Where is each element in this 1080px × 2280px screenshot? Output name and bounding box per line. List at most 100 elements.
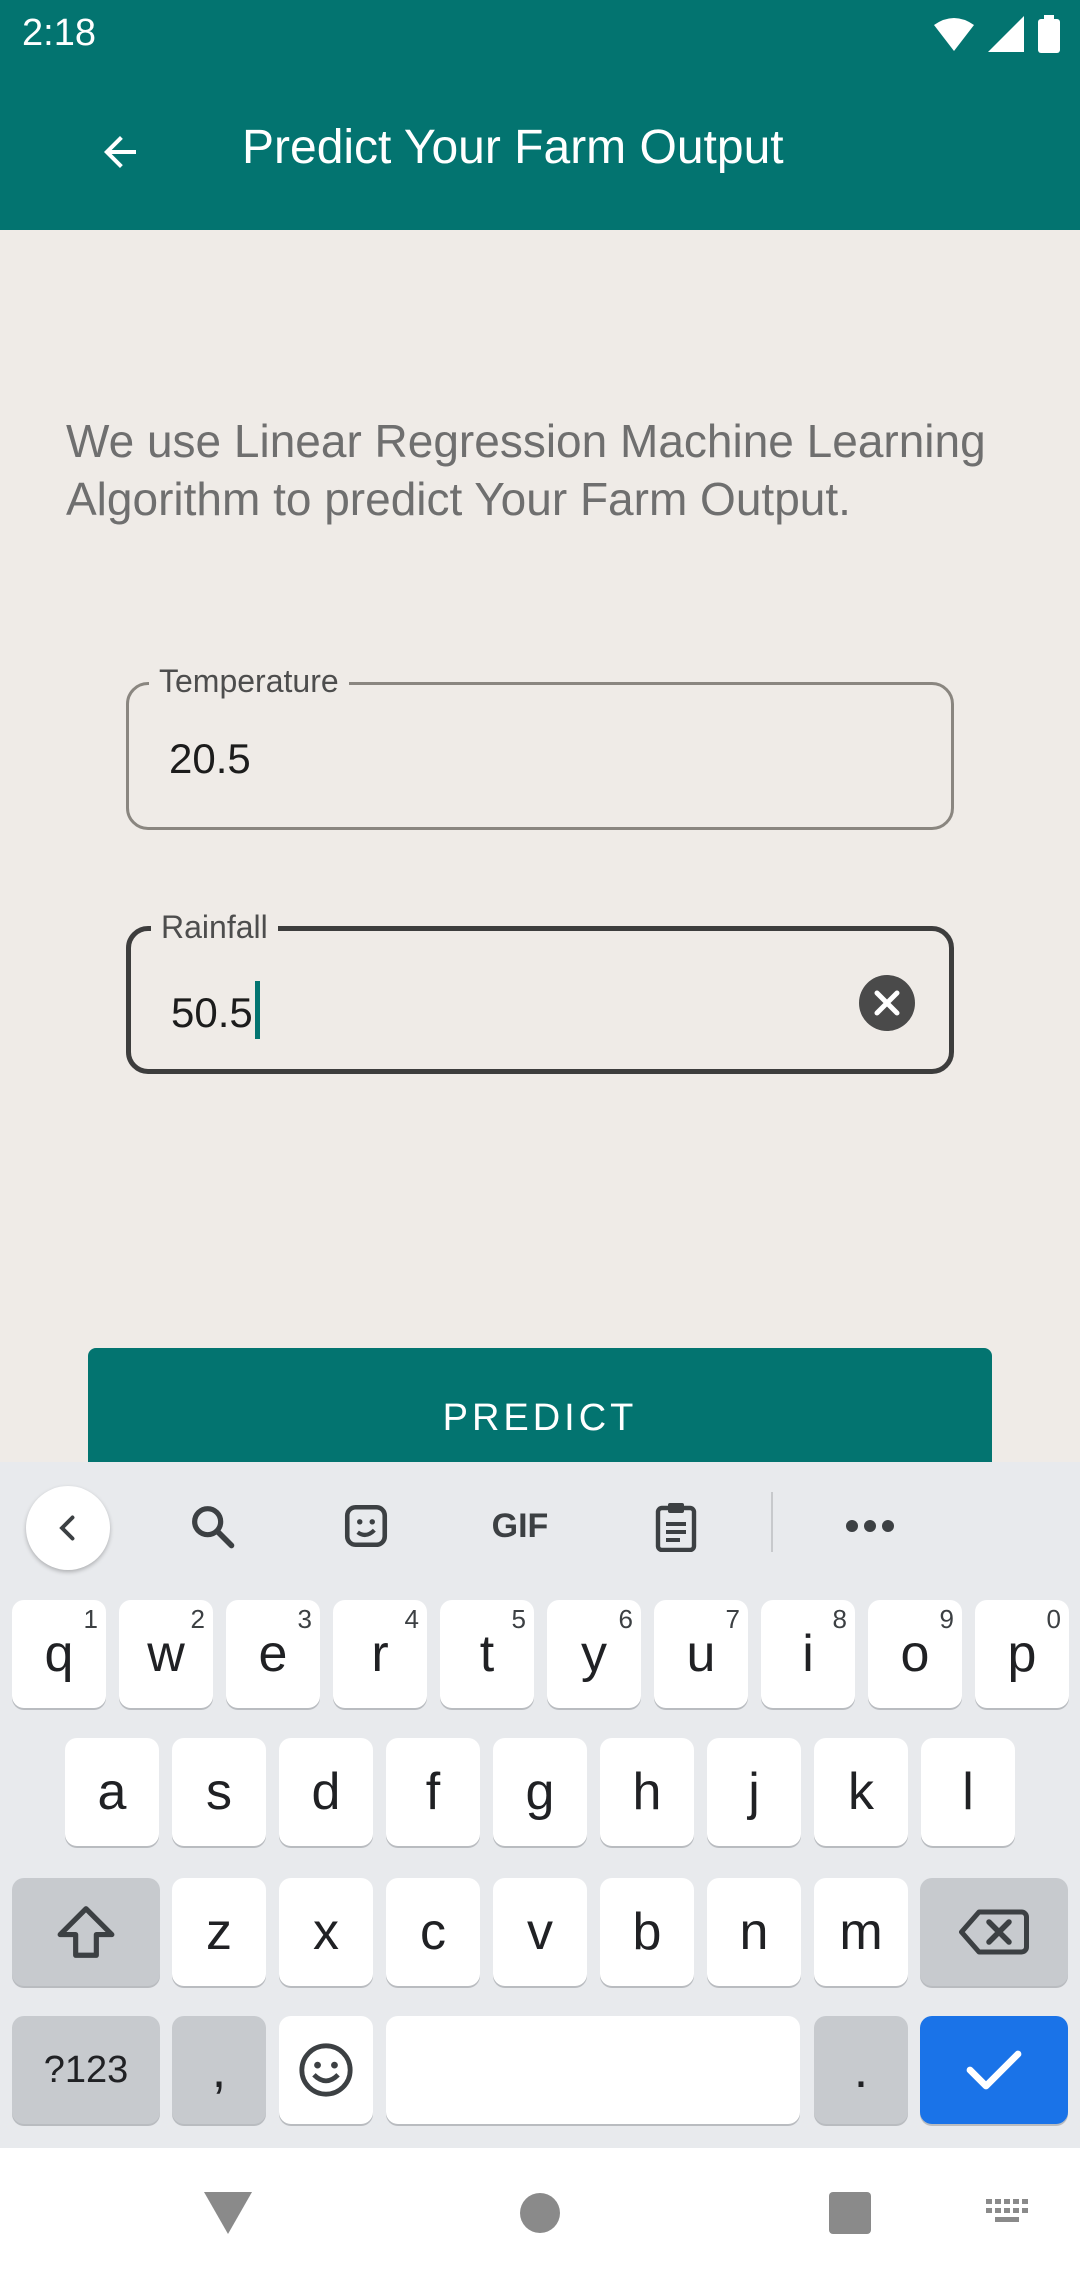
key-x[interactable]: x [279, 1878, 373, 1986]
key-f[interactable]: f [386, 1738, 480, 1846]
battery-icon [1038, 15, 1060, 53]
key-z[interactable]: z [172, 1878, 266, 1986]
key-d[interactable]: d [279, 1738, 373, 1846]
keyboard-search-button[interactable] [172, 1486, 252, 1566]
key-hint: 5 [511, 1604, 526, 1634]
key-v[interactable]: v [493, 1878, 587, 1986]
key-k[interactable]: k [814, 1738, 908, 1846]
rainfall-input[interactable]: 50.5 [171, 981, 260, 1039]
shift-icon [57, 1906, 115, 1958]
more-icon [846, 1520, 894, 1532]
key-q[interactable]: q1 [12, 1600, 106, 1708]
page-title: Predict Your Farm Output [242, 121, 784, 174]
key-hint: 7 [725, 1604, 740, 1634]
app-bar: Predict Your Farm Output [0, 70, 1080, 230]
wifi-icon [934, 18, 974, 51]
key-o[interactable]: o9 [868, 1600, 962, 1708]
key-g[interactable]: g [493, 1738, 587, 1846]
keyboard-collapse-button[interactable] [26, 1486, 110, 1570]
shift-key[interactable] [12, 1878, 160, 1986]
key-label: t [479, 1625, 495, 1683]
space-key[interactable] [386, 2016, 800, 2124]
status-icons [934, 14, 1060, 54]
rainfall-value: 50.5 [171, 989, 253, 1036]
key-label: q [44, 1625, 74, 1683]
key-u[interactable]: u7 [654, 1600, 748, 1708]
done-key[interactable] [920, 2016, 1068, 2124]
soft-keyboard: GIF q1 w2 e3 r4 t5 y6 u7 i8 o9 p0 a s d … [0, 1462, 1080, 2148]
keyboard-icon [986, 2199, 1028, 2222]
key-e[interactable]: e3 [226, 1600, 320, 1708]
check-icon [966, 2050, 1022, 2090]
sticker-icon [344, 1504, 388, 1548]
key-c[interactable]: c [386, 1878, 480, 1986]
backspace-key[interactable] [920, 1878, 1068, 1986]
status-time: 2:18 [22, 12, 96, 54]
key-label: p [1007, 1625, 1037, 1683]
keyboard-toolbar: GIF [0, 1462, 1080, 1580]
keyboard-gif-button[interactable]: GIF [478, 1486, 562, 1566]
rainfall-label: Rainfall [151, 909, 278, 946]
key-t[interactable]: t5 [440, 1600, 534, 1708]
key-label: i [802, 1625, 814, 1683]
nav-back-button[interactable] [188, 2178, 268, 2248]
comma-key[interactable]: , [172, 2016, 266, 2124]
clear-icon [859, 975, 915, 1031]
key-h[interactable]: h [600, 1738, 694, 1846]
key-j[interactable]: j [707, 1738, 801, 1846]
period-key[interactable]: . [814, 2016, 908, 2124]
description-text: We use Linear Regression Machine Learnin… [66, 415, 986, 525]
temperature-value: 20.5 [169, 735, 251, 782]
key-b[interactable]: b [600, 1878, 694, 1986]
emoji-key[interactable] [279, 2016, 373, 2124]
key-label: y [581, 1625, 607, 1683]
signal-icon [988, 16, 1024, 52]
key-label: e [258, 1625, 288, 1683]
key-n[interactable]: n [707, 1878, 801, 1986]
key-label: w [147, 1625, 185, 1683]
search-icon [192, 1506, 235, 1549]
key-i[interactable]: i8 [761, 1600, 855, 1708]
key-a[interactable]: a [65, 1738, 159, 1846]
circle-home-icon [520, 2193, 560, 2233]
key-hint: 8 [832, 1604, 847, 1634]
key-l[interactable]: l [921, 1738, 1015, 1846]
keyboard-more-button[interactable] [830, 1486, 910, 1566]
keyboard-sticker-button[interactable] [326, 1486, 406, 1566]
key-w[interactable]: w2 [119, 1600, 213, 1708]
keyboard-clipboard-button[interactable] [636, 1486, 716, 1566]
symbols-key[interactable]: ?123 [12, 2016, 160, 2124]
key-r[interactable]: r4 [333, 1600, 427, 1708]
clipboard-icon [655, 1503, 697, 1552]
status-bar: 2:18 [0, 0, 1080, 70]
key-p[interactable]: p0 [975, 1600, 1069, 1708]
temperature-field[interactable]: Temperature 20.5 [126, 663, 954, 830]
chevron-left-icon [59, 1515, 75, 1541]
nav-keyboard-switch-button[interactable] [968, 2178, 1048, 2248]
backspace-icon [959, 1909, 1029, 1955]
rainfall-field[interactable]: Rainfall 50.5 [126, 909, 954, 1074]
toolbar-divider [771, 1492, 773, 1552]
key-label: u [686, 1625, 716, 1683]
emoji-icon [299, 2043, 353, 2097]
nav-home-button[interactable] [500, 2178, 580, 2248]
key-hint: 1 [83, 1604, 98, 1634]
back-button[interactable] [80, 112, 160, 192]
key-hint: 3 [297, 1604, 312, 1634]
temperature-label: Temperature [149, 663, 349, 700]
key-hint: 0 [1046, 1604, 1061, 1634]
key-label: r [371, 1625, 389, 1683]
text-cursor [254, 981, 260, 1039]
nav-recents-button[interactable] [810, 2178, 890, 2248]
square-recents-icon [829, 2192, 871, 2234]
key-hint: 6 [618, 1604, 633, 1634]
navigation-bar [0, 2148, 1080, 2280]
key-m[interactable]: m [814, 1878, 908, 1986]
triangle-down-icon [204, 2192, 252, 2234]
key-s[interactable]: s [172, 1738, 266, 1846]
clear-text-button[interactable] [859, 975, 915, 1031]
key-y[interactable]: y6 [547, 1600, 641, 1708]
key-label: o [900, 1625, 930, 1683]
key-hint: 4 [404, 1604, 419, 1634]
key-hint: 9 [939, 1604, 954, 1634]
